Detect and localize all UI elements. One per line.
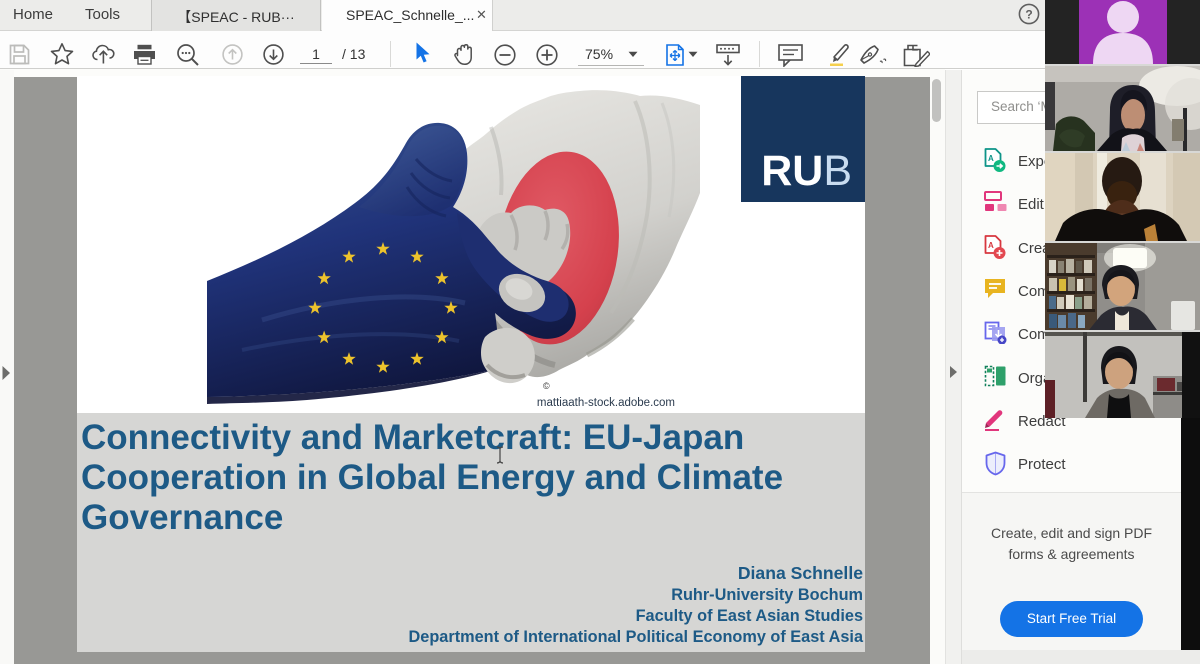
svg-text:A: A — [988, 241, 994, 250]
svg-text:A: A — [988, 154, 994, 163]
svg-text:?: ? — [1025, 8, 1032, 22]
